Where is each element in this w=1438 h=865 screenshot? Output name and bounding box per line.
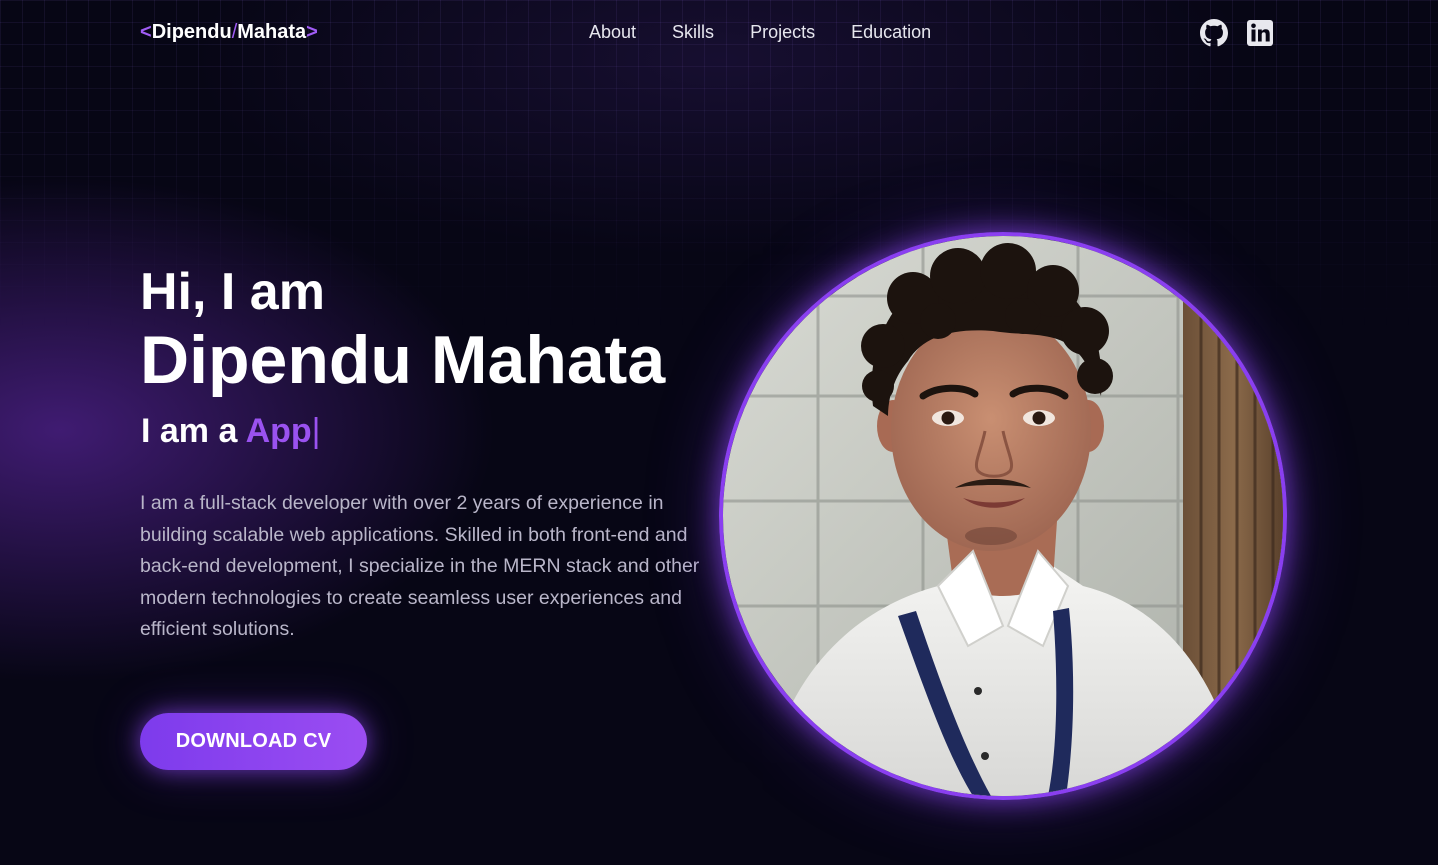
github-icon	[1200, 19, 1228, 47]
hero-role: I am a App|	[141, 410, 321, 452]
site-logo[interactable]: <Dipendu/Mahata>	[140, 21, 318, 44]
hero-greeting: Hi, I am	[140, 263, 325, 321]
profile-photo-image	[723, 236, 1283, 796]
github-link[interactable]	[1200, 19, 1228, 47]
role-typed-text: App	[245, 412, 312, 450]
portfolio-page: <Dipendu/Mahata> About Skills Projects E…	[0, 0, 1438, 865]
typing-cursor: |	[311, 412, 321, 450]
linkedin-link[interactable]	[1246, 19, 1274, 47]
nav-link-projects[interactable]: Projects	[750, 22, 815, 43]
nav-links: About Skills Projects Education	[589, 22, 931, 43]
logo-first-name: Dipendu	[151, 21, 232, 43]
logo-close-bracket: >	[306, 21, 318, 43]
linkedin-icon	[1247, 20, 1273, 46]
hero-bio: I am a full-stack developer with over 2 …	[140, 492, 700, 640]
logo-open-bracket: <	[140, 21, 152, 43]
nav-link-education[interactable]: Education	[851, 22, 931, 43]
nav-link-about[interactable]: About	[589, 22, 636, 43]
logo-last-name: Mahata	[237, 21, 307, 43]
social-links	[1200, 19, 1274, 47]
hero-name: Dipendu Mahata	[140, 322, 666, 398]
download-cv-button[interactable]: DOWNLOAD CV	[140, 713, 367, 770]
nav-link-skills[interactable]: Skills	[672, 22, 714, 43]
profile-photo	[719, 232, 1287, 800]
top-navbar: <Dipendu/Mahata> About Skills Projects E…	[0, 0, 1438, 66]
role-prefix: I am a	[141, 412, 246, 450]
